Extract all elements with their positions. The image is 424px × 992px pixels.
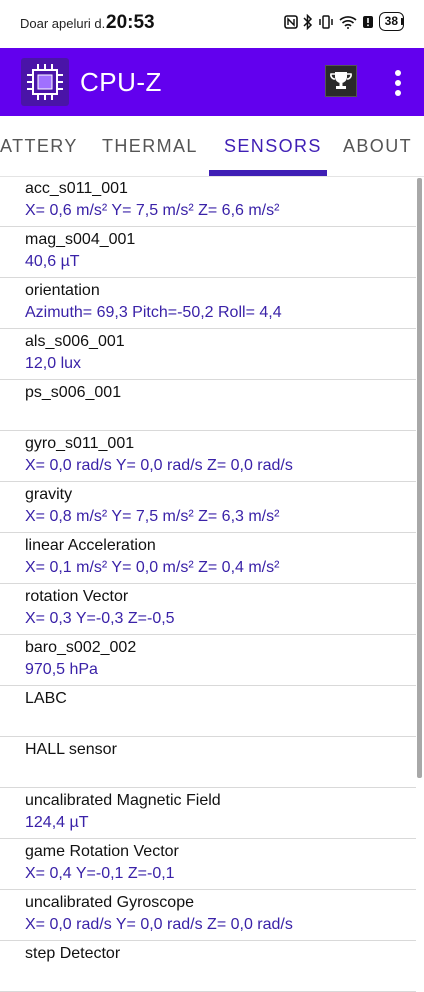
sensor-value: X= 0,0 rad/s Y= 0,0 rad/s Z= 0,0 rad/s — [25, 916, 293, 933]
clock: 20:53 — [106, 12, 155, 33]
list-item: LABC — [0, 686, 416, 737]
sensor-name: rotation Vector — [25, 588, 129, 605]
list-item: orientation Azimuth= 69,3 Pitch=-50,2 Rol… — [0, 278, 416, 329]
app-title: CPU-Z — [80, 67, 162, 97]
sensor-value: X= 0,4 Y=-0,1 Z=-0,1 — [25, 865, 175, 882]
sensor-value: X= 0,8 m/s² Y= 7,5 m/s² Z= 6,3 m/s² — [25, 508, 280, 525]
sensor-name: mag_s004_001 — [25, 231, 136, 248]
list-item: gyro_s011_001 X= 0,0 rad/s Y= 0,0 rad/s Z… — [0, 431, 416, 482]
vibrate-icon — [318, 14, 333, 29]
tab-about[interactable]: ABOUT — [343, 136, 412, 157]
sensor-name: acc_s011_001 — [25, 180, 128, 197]
tab-bar: ATTERY THERMAL SENSORS ABOUT — [0, 116, 424, 177]
list-item: baro_s002_002 970,5 hPa — [0, 635, 416, 686]
list-item: acc_s011_001 X= 0,6 m/s² Y= 7,5 m/s² Z= 6… — [0, 176, 416, 227]
sensor-name: orientation — [25, 282, 100, 299]
list-item: ps_s006_001 — [0, 380, 416, 431]
status-icons: 38 — [283, 12, 404, 31]
sensor-value: X= 0,0 rad/s Y= 0,0 rad/s Z= 0,0 rad/s — [25, 457, 293, 474]
cpu-chip-icon — [21, 58, 69, 106]
sensor-value: 40,6 µT — [25, 253, 80, 270]
trophy-icon[interactable] — [325, 65, 357, 97]
sensor-value: 124,4 µT — [25, 814, 89, 831]
sensor-name: gravity — [25, 486, 73, 503]
scrollbar[interactable] — [417, 178, 422, 778]
wifi-icon — [339, 15, 357, 29]
sensor-value: Azimuth= 69,3 Pitch=-50,2 Roll= 4,4 — [25, 304, 282, 321]
list-item: uncalibrated Magnetic Field 124,4 µT — [0, 788, 416, 839]
bluetooth-icon — [303, 13, 312, 30]
sensor-name: step Detector — [25, 945, 121, 962]
sensor-name: uncalibrated Gyroscope — [25, 894, 194, 911]
sensor-name: LABC — [25, 690, 67, 707]
sensor-value: X= 0,1 m/s² Y= 0,0 m/s² Z= 0,4 m/s² — [25, 559, 280, 576]
list-item: step Detector — [0, 941, 416, 992]
battery-icon: 38 — [378, 12, 404, 31]
sensor-name: linear Acceleration — [25, 537, 156, 554]
list-item: als_s006_001 12,0 lux — [0, 329, 416, 380]
carrier-label: Doar apeluri d... — [20, 16, 113, 31]
list-item: linear Acceleration X= 0,1 m/s² Y= 0,0 m/… — [0, 533, 416, 584]
list-item: uncalibrated Gyroscope X= 0,0 rad/s Y= 0,… — [0, 890, 416, 941]
sensor-name: ps_s006_001 — [25, 384, 122, 401]
sensor-name: uncalibrated Magnetic Field — [25, 792, 221, 809]
sensor-name: HALL sensor — [25, 741, 117, 758]
sensor-value: 970,5 hPa — [25, 661, 98, 678]
sensor-list[interactable]: acc_s011_001 X= 0,6 m/s² Y= 7,5 m/s² Z= 6… — [0, 176, 416, 992]
list-item: mag_s004_001 40,6 µT — [0, 227, 416, 278]
list-item: game Rotation Vector X= 0,4 Y=-0,1 Z=-0,1 — [0, 839, 416, 890]
nfc-icon — [283, 14, 298, 29]
sensor-value: X= 0,3 Y=-0,3 Z=-0,5 — [25, 610, 175, 627]
sensor-name: als_s006_001 — [25, 333, 125, 350]
sensor-name: baro_s002_002 — [25, 639, 137, 656]
sensor-value: 12,0 lux — [25, 355, 82, 372]
status-bar: Doar apeluri d... 20:53 38 — [0, 0, 424, 48]
app-bar: CPU-Z — [0, 48, 424, 116]
list-item: HALL sensor — [0, 737, 416, 788]
sensor-name: gyro_s011_001 — [25, 435, 135, 452]
tab-thermal[interactable]: THERMAL — [102, 136, 198, 157]
more-vert-icon[interactable] — [386, 66, 410, 100]
alert-icon — [362, 15, 373, 28]
tab-battery[interactable]: ATTERY — [0, 136, 78, 157]
sensor-value: X= 0,6 m/s² Y= 7,5 m/s² Z= 6,6 m/s² — [25, 202, 280, 219]
list-item: rotation Vector X= 0,3 Y=-0,3 Z=-0,5 — [0, 584, 416, 635]
list-item: gravity X= 0,8 m/s² Y= 7,5 m/s² Z= 6,3 m/… — [0, 482, 416, 533]
tab-sensors[interactable]: SENSORS — [224, 136, 322, 157]
sensor-name: game Rotation Vector — [25, 843, 179, 860]
